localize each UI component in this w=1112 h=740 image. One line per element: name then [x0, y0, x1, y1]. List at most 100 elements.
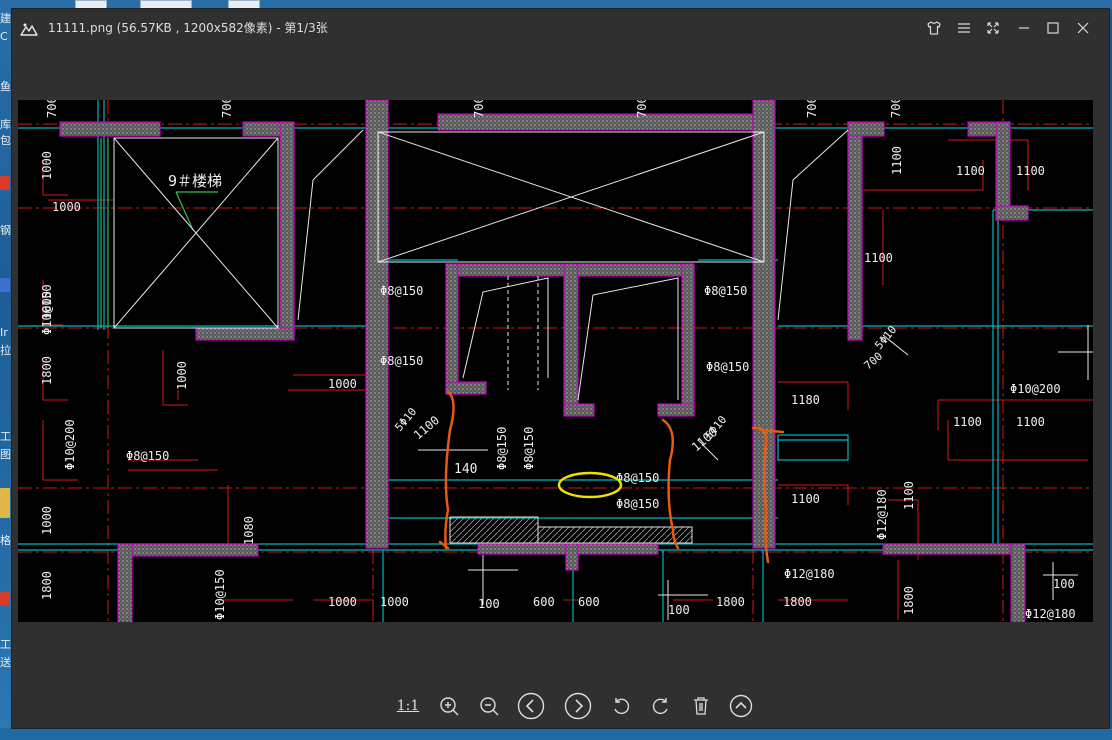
dimension-label: 1000 — [175, 361, 189, 390]
dimension-label: 600 — [533, 595, 555, 609]
cad-drawing: 9＃楼梯 1000 1000 1000 1800 1000 1000 1000 … — [18, 100, 1093, 622]
dimension-label: 1100 — [902, 481, 916, 510]
dimension-label: 100 — [478, 597, 500, 611]
dimension-label: 1000 — [328, 377, 357, 391]
minimize-button[interactable] — [1014, 19, 1034, 37]
dimension-label: 1800 — [40, 571, 54, 600]
dimension-label: 700 — [220, 100, 234, 118]
dimension-label: 1000 — [40, 506, 54, 535]
dimension-label: 1100 — [1016, 164, 1045, 178]
trash-icon — [694, 697, 708, 715]
dimension-label: 1800 — [716, 595, 745, 609]
menu-button[interactable] — [954, 19, 974, 37]
actual-size-button[interactable]: 1:1 — [394, 692, 422, 720]
desktop-bottom-strip — [0, 728, 1112, 740]
tshirt-icon — [927, 21, 941, 35]
dimension-label: 1800 — [902, 586, 916, 615]
dimension-label: 1800 — [783, 595, 812, 609]
dimension-label: 700 — [862, 350, 886, 373]
dimension-label: 700 — [805, 100, 819, 118]
desktop-top-strip — [0, 0, 1112, 9]
dimension-label: 140 — [454, 462, 477, 477]
desktop-window-fragment — [75, 0, 107, 9]
chevron-left-icon — [517, 692, 545, 720]
rebar-label: Φ10@200 — [1010, 382, 1061, 396]
dimension-label: 100 — [1053, 577, 1075, 591]
pdf-icon[interactable] — [0, 176, 10, 190]
dimension-label: 1080 — [242, 516, 256, 545]
rebar-label: Φ8@150 — [522, 427, 536, 470]
rebar-label: Φ8@150 — [704, 284, 747, 298]
desktop-label: 钢 — [0, 224, 11, 237]
desktop-label: 工 — [0, 638, 11, 651]
dimension-label: 600 — [578, 595, 600, 609]
rebar-label: Φ8@150 — [706, 360, 749, 374]
rebar-label: Φ12@180 — [784, 567, 835, 581]
word-icon[interactable] — [0, 278, 10, 292]
dimension-label: 700 — [472, 100, 486, 118]
desktop-left-strip — [0, 0, 12, 740]
rebar-label: Φ12@180 — [875, 489, 889, 540]
close-icon — [1077, 22, 1089, 34]
skin-button[interactable] — [924, 19, 944, 37]
dimension-label: 1100 — [956, 164, 985, 178]
dimension-label: 1800 — [40, 356, 54, 385]
desktop-label: 图 — [0, 448, 11, 461]
dimension-label: 700 — [45, 100, 59, 118]
image-app-icon — [20, 21, 38, 36]
green-lines — [100, 138, 218, 328]
dimension-label: 1100 — [890, 146, 904, 175]
dimension-label: 1000 — [52, 200, 81, 214]
minimize-icon — [1019, 27, 1029, 29]
image-viewer-window: 11111.png (56.57KB , 1200x582像素) - 第1/3张 — [12, 9, 1109, 728]
rebar-label: Φ8@150 — [126, 449, 169, 463]
zoom-in-button[interactable] — [435, 692, 463, 720]
rotate-left-icon — [614, 698, 630, 715]
slab-hatch — [449, 516, 693, 544]
window-title: 11111.png (56.57KB , 1200x582像素) - 第1/3张 — [48, 21, 328, 35]
zoom-out-icon — [480, 697, 499, 716]
image-canvas[interactable]: 9＃楼梯 1000 1000 1000 1800 1000 1000 1000 … — [18, 100, 1093, 622]
next-image-button[interactable] — [564, 692, 592, 720]
zoom-out-button[interactable] — [475, 692, 503, 720]
rebar-label: Φ8@150 — [380, 354, 423, 368]
desktop-label: 工 — [0, 430, 11, 443]
dimension-label: 100 — [668, 603, 690, 617]
dimension-label: 1000 — [40, 151, 54, 180]
desktop-label: 建 — [0, 12, 11, 25]
rotate-left-button[interactable] — [607, 692, 635, 720]
viewer-toolbar: 1:1 — [12, 689, 1109, 723]
dimension-label: 1100 — [953, 415, 982, 429]
pdf-icon[interactable] — [0, 592, 10, 606]
dimension-label: 1100 — [791, 492, 820, 506]
rotate-right-button[interactable] — [647, 692, 675, 720]
more-options-button[interactable] — [727, 692, 755, 720]
rebar-label: Φ10@200 — [63, 419, 77, 470]
fullscreen-button[interactable] — [983, 19, 1003, 37]
rebar-label: Φ8@150 — [380, 284, 423, 298]
dimension-label: 700 — [889, 100, 903, 118]
rebar-label: Φ8@150 — [616, 497, 659, 511]
desktop-window-fragment — [228, 0, 260, 9]
zoom-in-icon — [440, 697, 459, 716]
title-bar[interactable]: 11111.png (56.57KB , 1200x582像素) - 第1/3张 — [12, 9, 1109, 47]
dimension-label: 1180 — [791, 393, 820, 407]
rebar-label: Φ12@180 — [1025, 607, 1076, 621]
rebar-label: Φ8@150 — [495, 427, 509, 470]
folder-icon[interactable] — [0, 488, 10, 518]
maximize-button[interactable] — [1043, 19, 1063, 37]
dimension-label: 1100 — [864, 251, 893, 265]
desktop-label: 鱼 — [0, 80, 11, 93]
desktop-label: 库 — [0, 118, 11, 131]
delete-button[interactable] — [687, 692, 715, 720]
desktop-window-fragment — [140, 0, 192, 9]
previous-image-button[interactable] — [517, 692, 545, 720]
fullscreen-icon — [987, 22, 999, 34]
close-button[interactable] — [1073, 19, 1093, 37]
dimension-label: 1000 — [380, 595, 409, 609]
desktop-label: 格 — [0, 534, 11, 547]
desktop-label: 包 — [0, 134, 11, 147]
actual-size-label: 1:1 — [396, 698, 420, 714]
chevron-right-icon — [564, 692, 592, 720]
stair-label: 9＃楼梯 — [168, 172, 222, 190]
